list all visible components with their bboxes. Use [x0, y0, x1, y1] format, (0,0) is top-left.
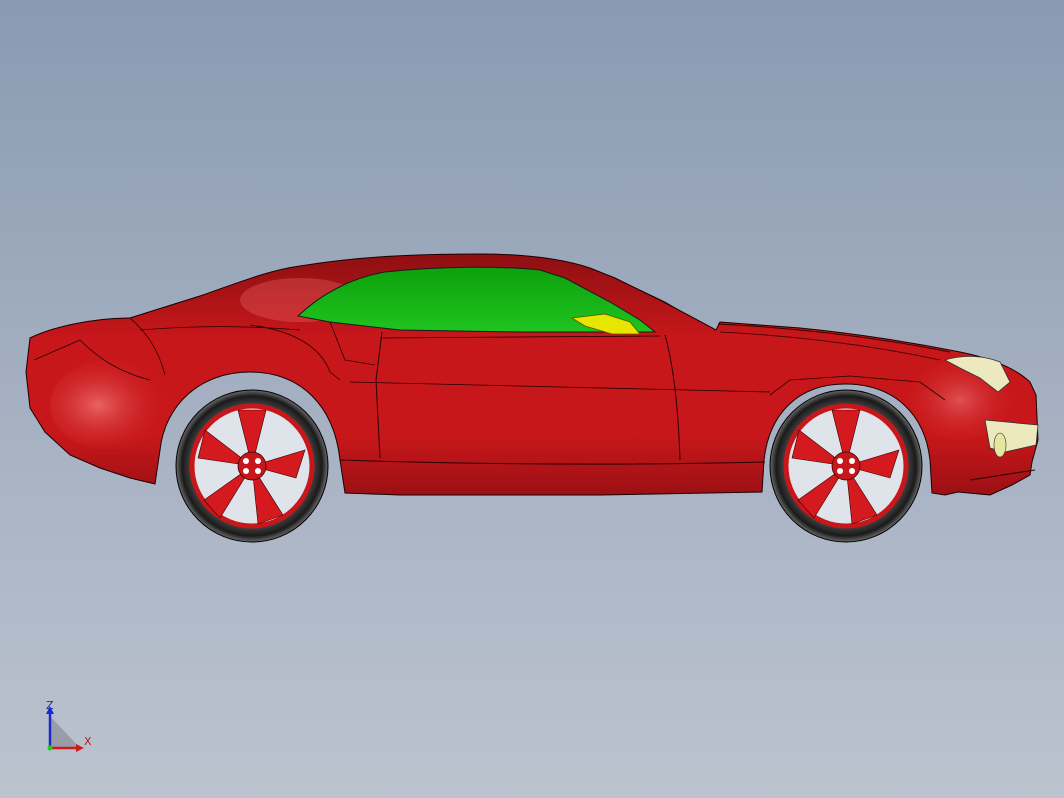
- axis-triad[interactable]: Z X: [40, 698, 96, 754]
- z-axis-label: Z: [46, 699, 54, 712]
- front-wheel: [769, 389, 923, 543]
- rear-highlight: [50, 360, 170, 450]
- x-axis-label: X: [84, 735, 92, 748]
- 3d-viewport[interactable]: Z X: [0, 0, 1064, 798]
- car-model[interactable]: [0, 0, 1064, 798]
- rear-wheel: [175, 389, 329, 543]
